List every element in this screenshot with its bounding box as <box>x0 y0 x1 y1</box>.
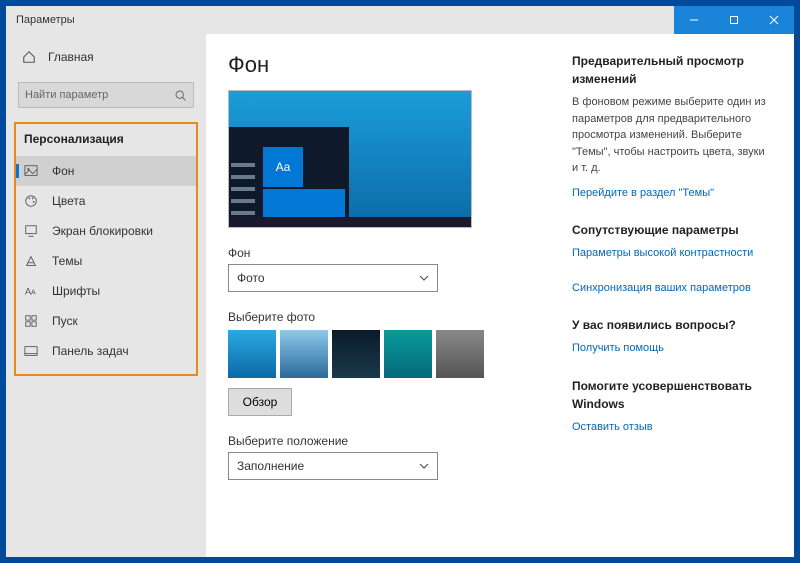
sync-settings-link[interactable]: Синхронизация ваших параметров <box>572 280 772 297</box>
questions-heading: У вас появились вопросы? <box>572 316 772 334</box>
background-dropdown[interactable]: Фото <box>228 264 438 292</box>
settings-window: Параметры Главная Найти параметр Персона… <box>6 6 794 557</box>
desktop-preview: Aa <box>228 90 472 228</box>
photo-thumb[interactable] <box>332 330 380 378</box>
nav-label: Фон <box>52 164 74 178</box>
improve-block: Помогите усовершенствовать Windows Остав… <box>572 377 772 436</box>
nav-item-fonts[interactable]: AA Шрифты <box>16 276 196 306</box>
choose-photo-label: Выберите фото <box>228 310 556 324</box>
questions-block: У вас появились вопросы? Получить помощь <box>572 316 772 357</box>
themes-icon <box>24 254 38 268</box>
nav-label: Пуск <box>52 314 78 328</box>
photo-thumb[interactable] <box>384 330 432 378</box>
nav-section-highlight: Персонализация Фон Цвета Экран блокировк… <box>14 122 198 376</box>
photo-thumbnails <box>228 330 556 378</box>
nav-label: Цвета <box>52 194 85 208</box>
preview-wide-tile <box>263 189 345 217</box>
nav-item-colors[interactable]: Цвета <box>16 186 196 216</box>
nav-item-start[interactable]: Пуск <box>16 306 196 336</box>
preview-heading: Предварительный просмотр изменений <box>572 52 772 88</box>
background-label: Фон <box>228 246 556 260</box>
section-title: Персонализация <box>16 130 196 156</box>
preview-text-tile: Aa <box>263 147 303 187</box>
svg-text:A: A <box>31 290 36 297</box>
palette-icon <box>24 194 38 208</box>
chevron-down-icon <box>419 461 429 471</box>
browse-button[interactable]: Обзор <box>228 388 292 416</box>
background-value: Фото <box>237 271 265 285</box>
close-button[interactable] <box>754 6 794 34</box>
window-title: Параметры <box>6 14 75 26</box>
home-label: Главная <box>48 50 94 64</box>
window-controls <box>674 6 794 34</box>
lockscreen-icon <box>24 224 38 238</box>
active-indicator <box>16 164 19 178</box>
preview-text: В фоновом режиме выберите один из параме… <box>572 94 772 177</box>
nav-item-taskbar[interactable]: Панель задач <box>16 336 196 366</box>
nav-label: Темы <box>52 254 82 268</box>
titlebar: Параметры <box>6 6 794 34</box>
page-heading: Фон <box>228 52 556 78</box>
photo-thumb[interactable] <box>436 330 484 378</box>
right-column: Предварительный просмотр изменений В фон… <box>572 52 772 539</box>
fonts-icon: AA <box>24 284 38 298</box>
minimize-button[interactable] <box>674 6 714 34</box>
nav-label: Шрифты <box>52 284 100 298</box>
photo-thumb[interactable] <box>228 330 276 378</box>
home-icon <box>22 50 36 64</box>
fit-value: Заполнение <box>237 459 304 473</box>
nav-item-background[interactable]: Фон <box>16 156 196 186</box>
maximize-button[interactable] <box>714 6 754 34</box>
body: Главная Найти параметр Персонализация Фо… <box>6 34 794 557</box>
picture-icon <box>24 164 38 178</box>
feedback-link[interactable]: Оставить отзыв <box>572 419 772 436</box>
preview-start-list <box>231 163 261 215</box>
photo-thumb[interactable] <box>280 330 328 378</box>
preview-changes-block: Предварительный просмотр изменений В фон… <box>572 52 772 201</box>
themes-link[interactable]: Перейдите в раздел "Темы" <box>572 185 772 202</box>
get-help-link[interactable]: Получить помощь <box>572 340 772 357</box>
main-content: Фон Aa Фон Фото Выберите фото <box>206 34 794 557</box>
start-icon <box>24 314 38 328</box>
fit-label: Выберите положение <box>228 434 556 448</box>
sidebar: Главная Найти параметр Персонализация Фо… <box>6 34 206 557</box>
central-column: Фон Aa Фон Фото Выберите фото <box>228 52 572 539</box>
related-block: Сопутствующие параметры Параметры высоко… <box>572 221 772 296</box>
nav-item-lockscreen[interactable]: Экран блокировки <box>16 216 196 246</box>
nav-item-themes[interactable]: Темы <box>16 246 196 276</box>
preview-taskbar <box>229 217 471 227</box>
chevron-down-icon <box>419 273 429 283</box>
search-input[interactable]: Найти параметр <box>18 82 194 108</box>
search-placeholder: Найти параметр <box>25 89 108 101</box>
taskbar-icon <box>24 344 38 358</box>
nav-label: Панель задач <box>52 344 129 358</box>
improve-heading: Помогите усовершенствовать Windows <box>572 377 772 413</box>
search-icon <box>174 89 187 102</box>
related-heading: Сопутствующие параметры <box>572 221 772 239</box>
nav-label: Экран блокировки <box>52 224 153 238</box>
high-contrast-link[interactable]: Параметры высокой контрастности <box>572 245 772 262</box>
fit-dropdown[interactable]: Заполнение <box>228 452 438 480</box>
home-link[interactable]: Главная <box>6 44 206 70</box>
